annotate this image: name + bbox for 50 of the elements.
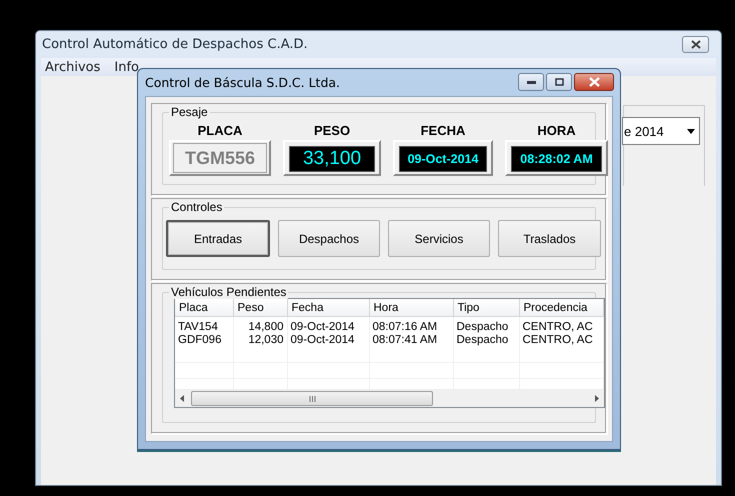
lcd-display: 09-Oct-2014 <box>399 146 487 172</box>
close-button[interactable] <box>682 36 709 53</box>
dropdown-arrow-icon <box>686 128 694 134</box>
close-icon <box>588 77 600 87</box>
control-button[interactable]: Entradas <box>166 220 270 257</box>
menu-item[interactable]: Info <box>114 60 139 74</box>
field-label: PLACA <box>198 123 242 140</box>
column-header[interactable]: Fecha <box>287 299 369 316</box>
group-title: Pesaje <box>169 105 210 119</box>
group-title: Controles <box>169 200 224 214</box>
grip-icon <box>308 396 316 402</box>
column-header[interactable]: Procedencia <box>519 299 603 316</box>
field-label: FECHA <box>420 123 466 140</box>
table-cell: Despacho <box>453 334 519 347</box>
table-cell: 08:07:16 AM <box>369 316 453 334</box>
table-cell: CENTRO, AC <box>519 334 603 347</box>
control-button[interactable]: Traslados <box>498 220 601 257</box>
field-label: PESO <box>314 123 350 140</box>
minimize-button[interactable] <box>518 73 544 91</box>
table-cell: 12,030 <box>233 334 287 347</box>
maximize-icon <box>554 78 564 86</box>
dialog-title: Control de Báscula S.D.C. Ltda. <box>145 74 342 90</box>
table-cell: 08:07:41 AM <box>369 334 453 347</box>
lcd-display: 08:28:02 AM <box>511 146 602 172</box>
table-cell: 14,800 <box>233 316 287 334</box>
maximize-button[interactable] <box>546 73 572 91</box>
year-dropdown[interactable]: e 2014 <box>622 117 700 145</box>
column-header[interactable]: Hora <box>369 299 453 316</box>
table-cell: CENTRO, AC <box>519 316 603 334</box>
group-title: Vehículos Pendientes <box>169 285 288 299</box>
menu-item[interactable]: Archivos <box>45 60 100 74</box>
table-cell: Despacho <box>453 316 519 334</box>
plate-display: TGM556 <box>173 143 267 173</box>
horizontal-scrollbar[interactable] <box>175 389 604 407</box>
column-header[interactable]: Peso <box>233 299 287 316</box>
control-button[interactable]: Despachos <box>278 220 380 257</box>
scrollbar-thumb[interactable] <box>191 391 433 406</box>
table-cell: GDF096 <box>175 334 233 347</box>
minimize-icon <box>526 80 536 84</box>
close-icon <box>690 40 700 49</box>
column-header[interactable]: Placa <box>175 299 233 316</box>
control-button[interactable]: Servicios <box>388 220 490 257</box>
field-label: HORA <box>537 123 576 140</box>
table-cell: TAV154 <box>175 316 233 334</box>
window-title: Control Automático de Despachos C.A.D. <box>42 37 309 52</box>
lcd-display: 33,100 <box>289 146 375 172</box>
column-header[interactable]: Tipo <box>453 299 519 316</box>
close-button[interactable] <box>574 73 614 91</box>
table-cell: 09-Oct-2014 <box>287 334 369 347</box>
table-cell: 09-Oct-2014 <box>287 316 369 334</box>
